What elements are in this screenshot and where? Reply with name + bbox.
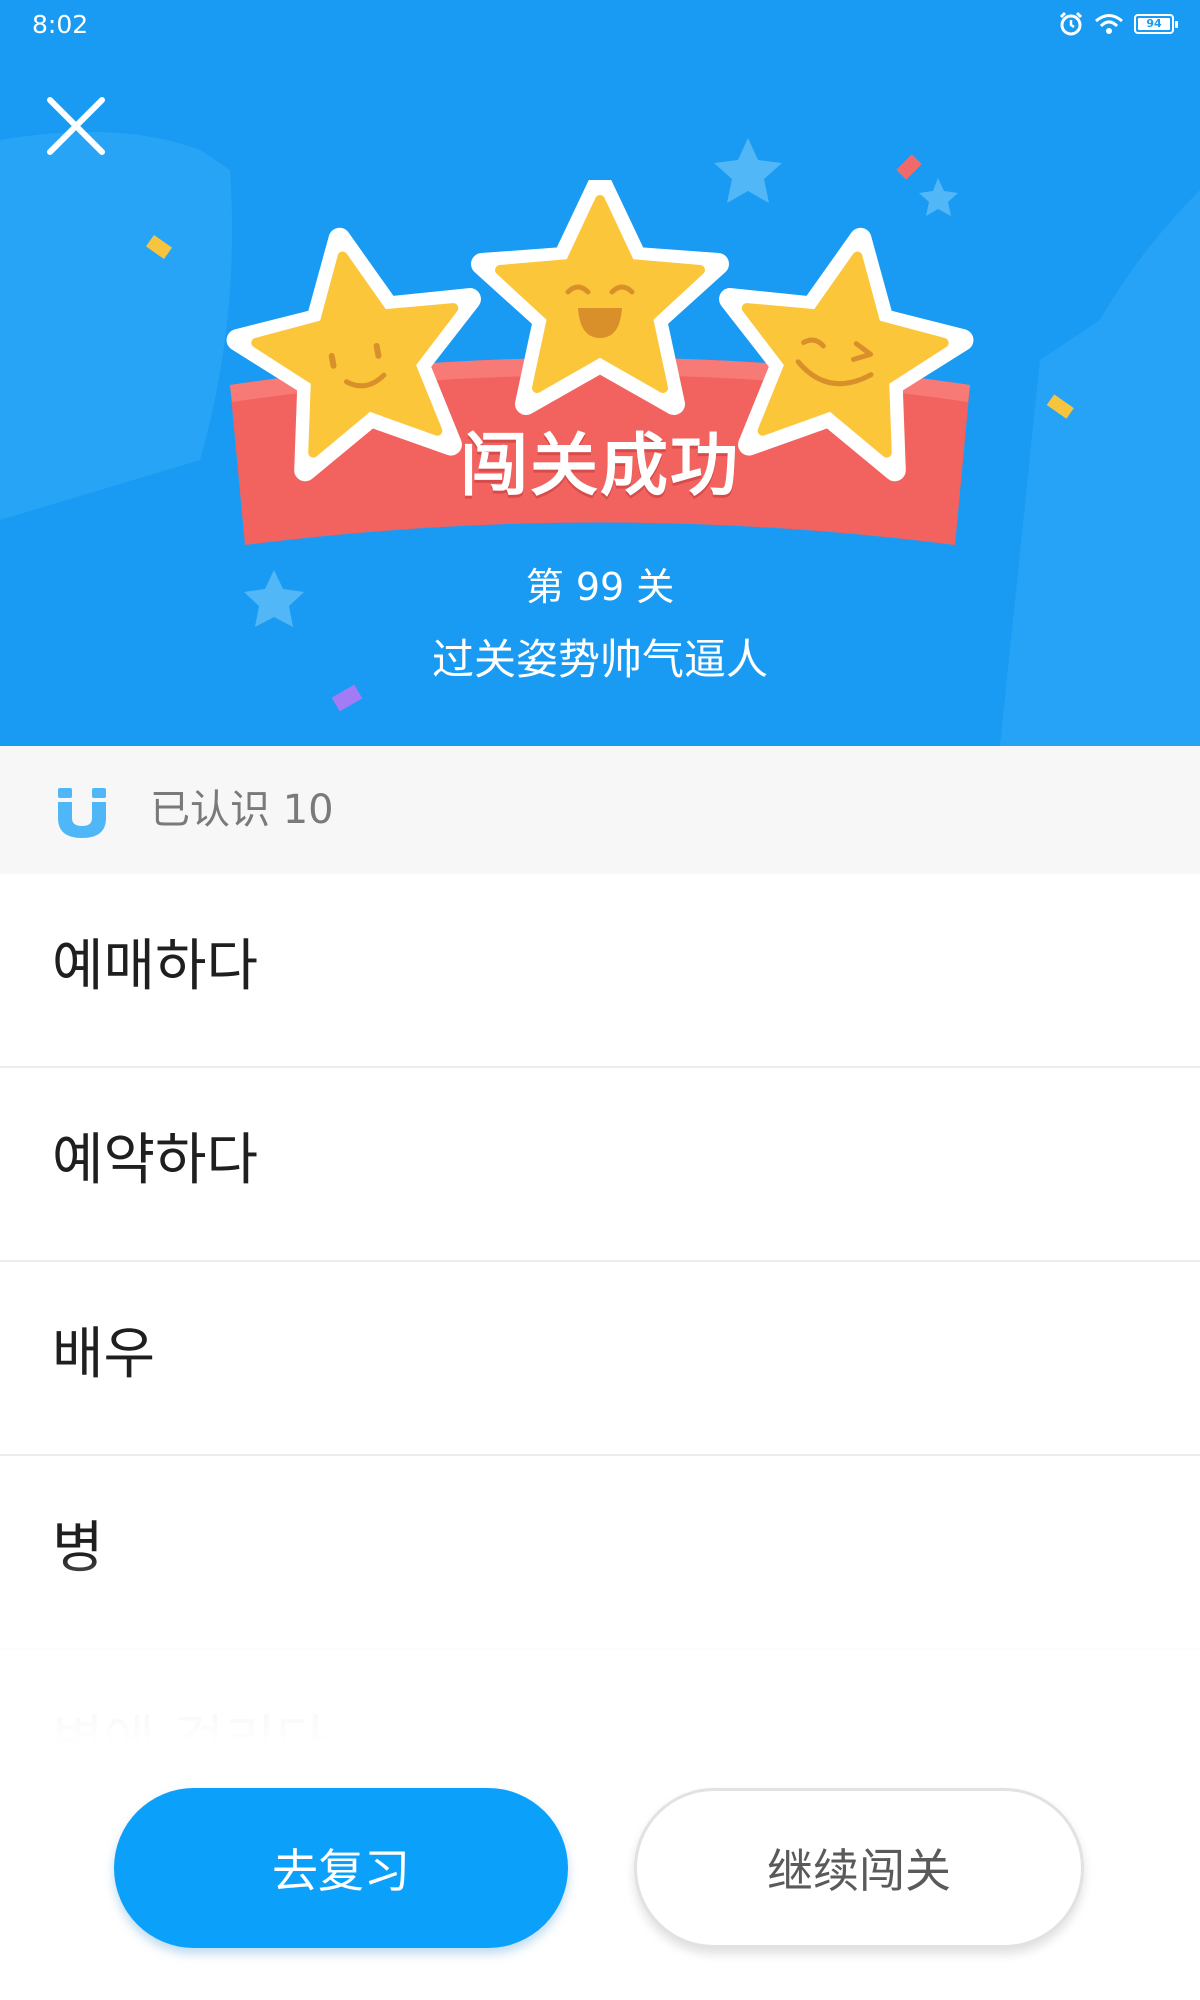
success-slogan: 过关姿势帅气逼人 xyxy=(431,635,768,684)
battery-level: 94 xyxy=(1138,18,1170,30)
level-number: 第 99 关 xyxy=(525,565,675,609)
success-header: 8:02 94 闯关成功 第 99 关 过关姿势帅气逼人 xyxy=(0,0,1200,746)
list-item[interactable]: 병 xyxy=(0,1456,1200,1650)
word-text: 예약하다 xyxy=(52,1128,259,1193)
word-text: 배우 xyxy=(52,1322,156,1387)
close-icon xyxy=(47,97,105,155)
list-item[interactable]: 배우 xyxy=(0,1262,1200,1456)
status-time: 8:02 xyxy=(32,10,89,39)
word-text: 병 xyxy=(52,1516,104,1581)
list-item[interactable]: 예매하다 xyxy=(0,874,1200,1068)
status-icons: 94 xyxy=(1058,8,1178,40)
battery-icon: 94 xyxy=(1134,14,1178,34)
three-stars-ribbon xyxy=(226,180,974,545)
known-words-summary: 已认识 10 xyxy=(0,746,1200,874)
continue-button[interactable]: 继续闯关 xyxy=(634,1788,1084,1948)
status-bar: 8:02 94 xyxy=(0,0,1200,50)
success-banner-text: 闯关成功 xyxy=(459,427,740,506)
word-list[interactable]: 예매하다 예약하다 배우 병 병에 걸리다 xyxy=(0,874,1200,1744)
word-text: 병에 걸리다 xyxy=(52,1710,328,1744)
list-item[interactable]: 병에 걸리다 xyxy=(0,1650,1200,1744)
list-item[interactable]: 예약하다 xyxy=(0,1068,1200,1262)
close-button[interactable] xyxy=(40,90,112,162)
known-words-count: 已认识 10 xyxy=(150,787,334,833)
magnet-icon xyxy=(58,788,106,838)
word-text: 예매하다 xyxy=(52,934,259,999)
review-button[interactable]: 去复习 xyxy=(114,1788,568,1948)
wifi-icon xyxy=(1095,14,1123,34)
alarm-icon xyxy=(1059,11,1083,36)
